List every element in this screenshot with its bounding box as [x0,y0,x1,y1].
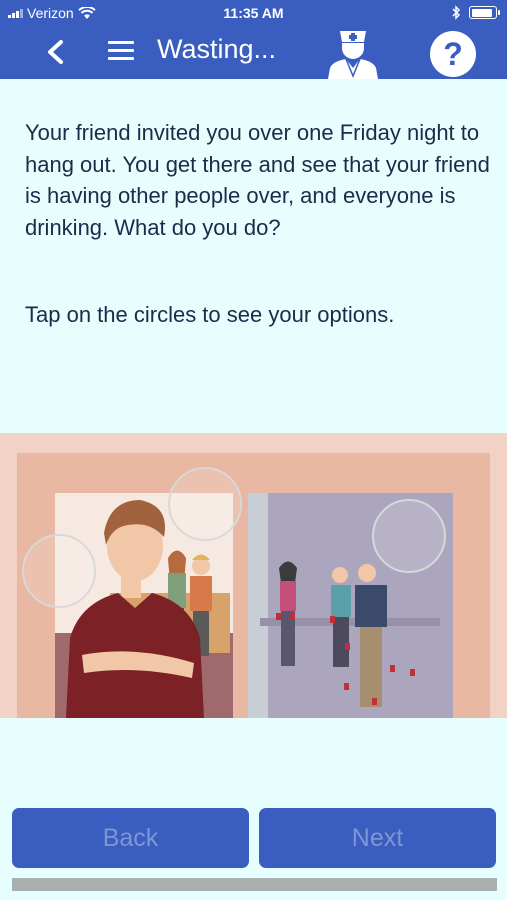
battery-icon [469,6,500,19]
next-button[interactable]: Next [259,808,496,868]
doctor-icon [328,31,378,79]
app-header: Verizon 11:35 AM Wasting... ? [0,0,507,79]
nav-bar: Wasting... ? [0,28,507,79]
progress-bar [12,878,497,891]
bluetooth-icon [452,5,461,20]
party-illustration [0,433,507,718]
back-button[interactable]: Back [12,808,249,868]
back-icon[interactable] [40,36,70,68]
help-icon[interactable]: ? [430,31,476,77]
instruction-text: Tap on the circles to see your options. [25,302,395,327]
clock: 11:35 AM [223,5,284,21]
page-title: Wasting... [157,34,277,64]
scenario-text: Your friend invited you over one Friday … [25,120,490,240]
option-circle[interactable] [372,499,446,573]
option-circle[interactable] [22,534,96,608]
option-circle[interactable] [168,467,242,541]
status-bar: Verizon 11:35 AM [0,0,507,28]
menu-icon[interactable] [108,41,134,63]
